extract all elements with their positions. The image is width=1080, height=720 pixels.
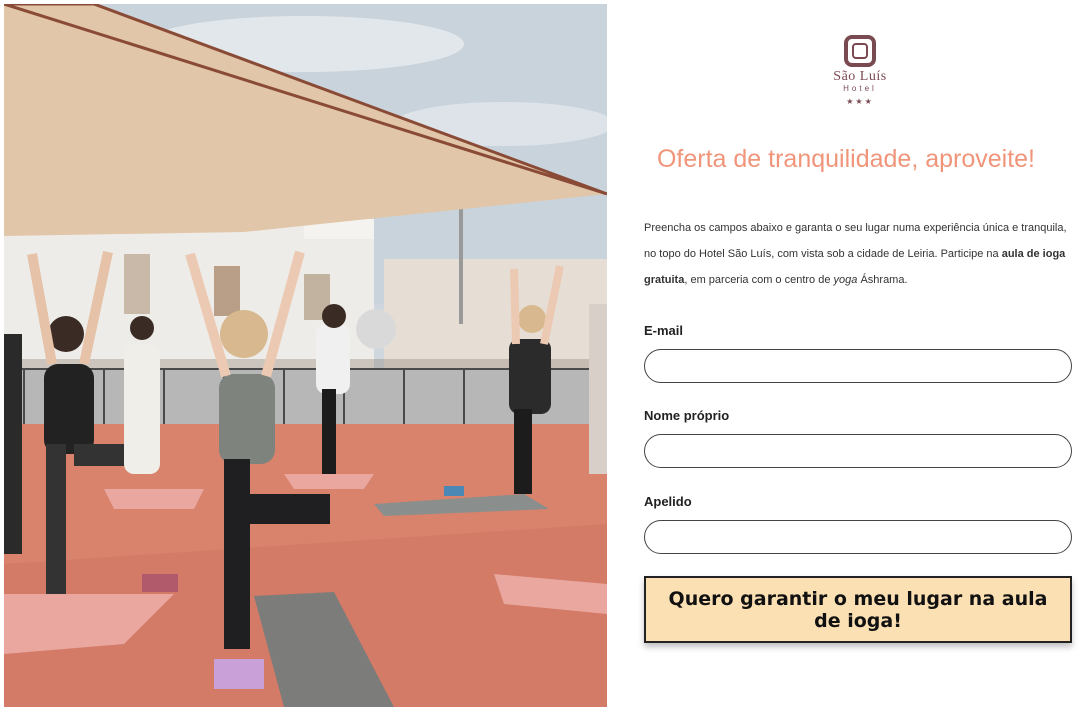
page-headline: Oferta de tranquilidade, aproveite! <box>656 145 1035 173</box>
first-name-field[interactable] <box>644 434 1072 468</box>
hotel-logo: São Luís Hotel ★★★ <box>830 34 890 116</box>
last-name-field[interactable] <box>644 520 1072 554</box>
intro-italic: yoga <box>833 274 858 286</box>
logo-stars: ★★★ <box>846 97 874 106</box>
logo-mark-icon <box>844 35 876 67</box>
email-field[interactable] <box>644 349 1072 383</box>
first-name-label: Nome próprio <box>644 408 730 423</box>
intro-text: Preencha os campos abaixo e garanta o se… <box>644 215 1072 293</box>
logo-name: São Luís <box>833 69 887 84</box>
photo-illustration <box>4 4 607 707</box>
submit-button[interactable]: Quero garantir o meu lugar na aula de io… <box>644 576 1072 643</box>
signup-panel: São Luís Hotel ★★★ Oferta de tranquilida… <box>612 0 1080 720</box>
email-label: E-mail <box>644 323 684 338</box>
logo-subtitle: Hotel <box>843 84 877 93</box>
yoga-rooftop-photo <box>4 4 607 707</box>
last-name-label: Apelido <box>644 494 692 509</box>
intro-part-3: Áshrama. <box>857 274 908 286</box>
intro-part-2: , em parceria com o centro de <box>684 274 834 286</box>
